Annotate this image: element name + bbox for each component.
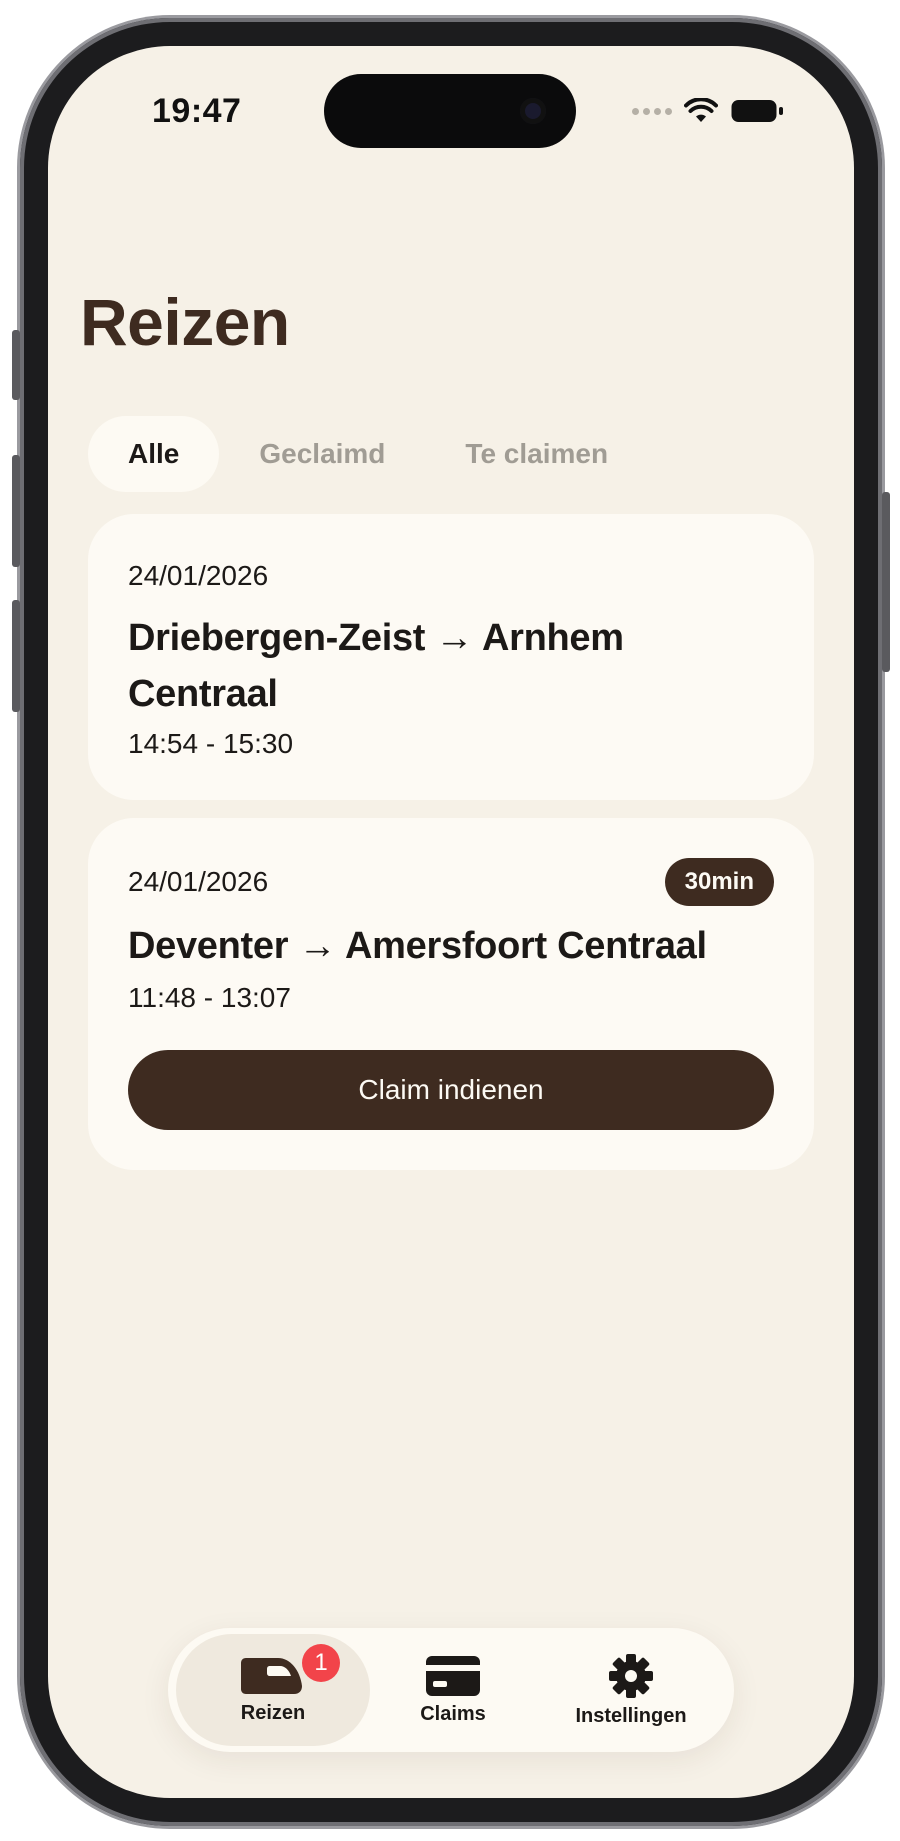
tab-te-claimen[interactable]: Te claimen xyxy=(425,416,648,492)
filter-tabs: Alle Geclaimd Te claimen xyxy=(88,416,648,492)
delay-badge: 30min xyxy=(664,858,774,906)
status-icons xyxy=(632,98,784,124)
tab-alle[interactable]: Alle xyxy=(88,416,220,492)
trip-time: 11:48 - 13:07 xyxy=(128,982,291,1013)
app-screen: 19:47 Reizen Alle Geclaimd Te claimen 24… xyxy=(48,46,854,1798)
tab-bar-label: Reizen xyxy=(240,1701,306,1724)
tab-geclaimd[interactable]: Geclaimd xyxy=(219,416,425,492)
trip-card[interactable]: 24/01/2026 Driebergen-Zeist → Arnhem Cen… xyxy=(88,514,814,800)
card-icon xyxy=(426,1655,480,1696)
volume-up-button xyxy=(12,455,20,567)
trip-route: Deventer → Amersfoort Centraal xyxy=(128,925,707,967)
battery-icon xyxy=(731,100,783,122)
trip-route: Driebergen-Zeist → Arnhem Centraal xyxy=(128,617,624,715)
power-button xyxy=(882,492,890,672)
camera-icon xyxy=(520,98,546,124)
wifi-icon xyxy=(684,98,718,122)
trip-date: 24/01/2026 xyxy=(128,560,269,591)
cellular-signal-icon xyxy=(632,107,672,115)
notification-badge: 1 xyxy=(302,1644,340,1682)
tab-bar: Reizen 1 Claims Instellingen xyxy=(168,1628,734,1752)
gear-icon xyxy=(609,1653,653,1698)
trip-card[interactable]: 24/01/2026 30min Deventer → Amersfoort C… xyxy=(88,818,814,1170)
action-button xyxy=(12,330,20,400)
tab-bar-item-reizen[interactable]: Reizen 1 xyxy=(176,1634,370,1746)
tab-bar-label: Instellingen xyxy=(575,1704,687,1727)
page-title: Reizen xyxy=(80,285,290,359)
tab-bar-label: Claims xyxy=(420,1702,486,1725)
claim-submit-button[interactable]: Claim indienen xyxy=(128,1050,774,1130)
volume-down-button xyxy=(12,600,20,712)
trip-time: 14:54 - 15:30 xyxy=(128,728,294,759)
status-bar: 19:47 xyxy=(48,46,854,166)
train-icon xyxy=(241,1657,302,1694)
trip-date: 24/01/2026 xyxy=(128,866,269,897)
tab-bar-item-claims[interactable]: Claims xyxy=(370,1634,536,1746)
dynamic-island xyxy=(324,74,576,148)
tab-bar-item-instellingen[interactable]: Instellingen xyxy=(536,1634,726,1746)
status-time: 19:47 xyxy=(152,92,242,130)
